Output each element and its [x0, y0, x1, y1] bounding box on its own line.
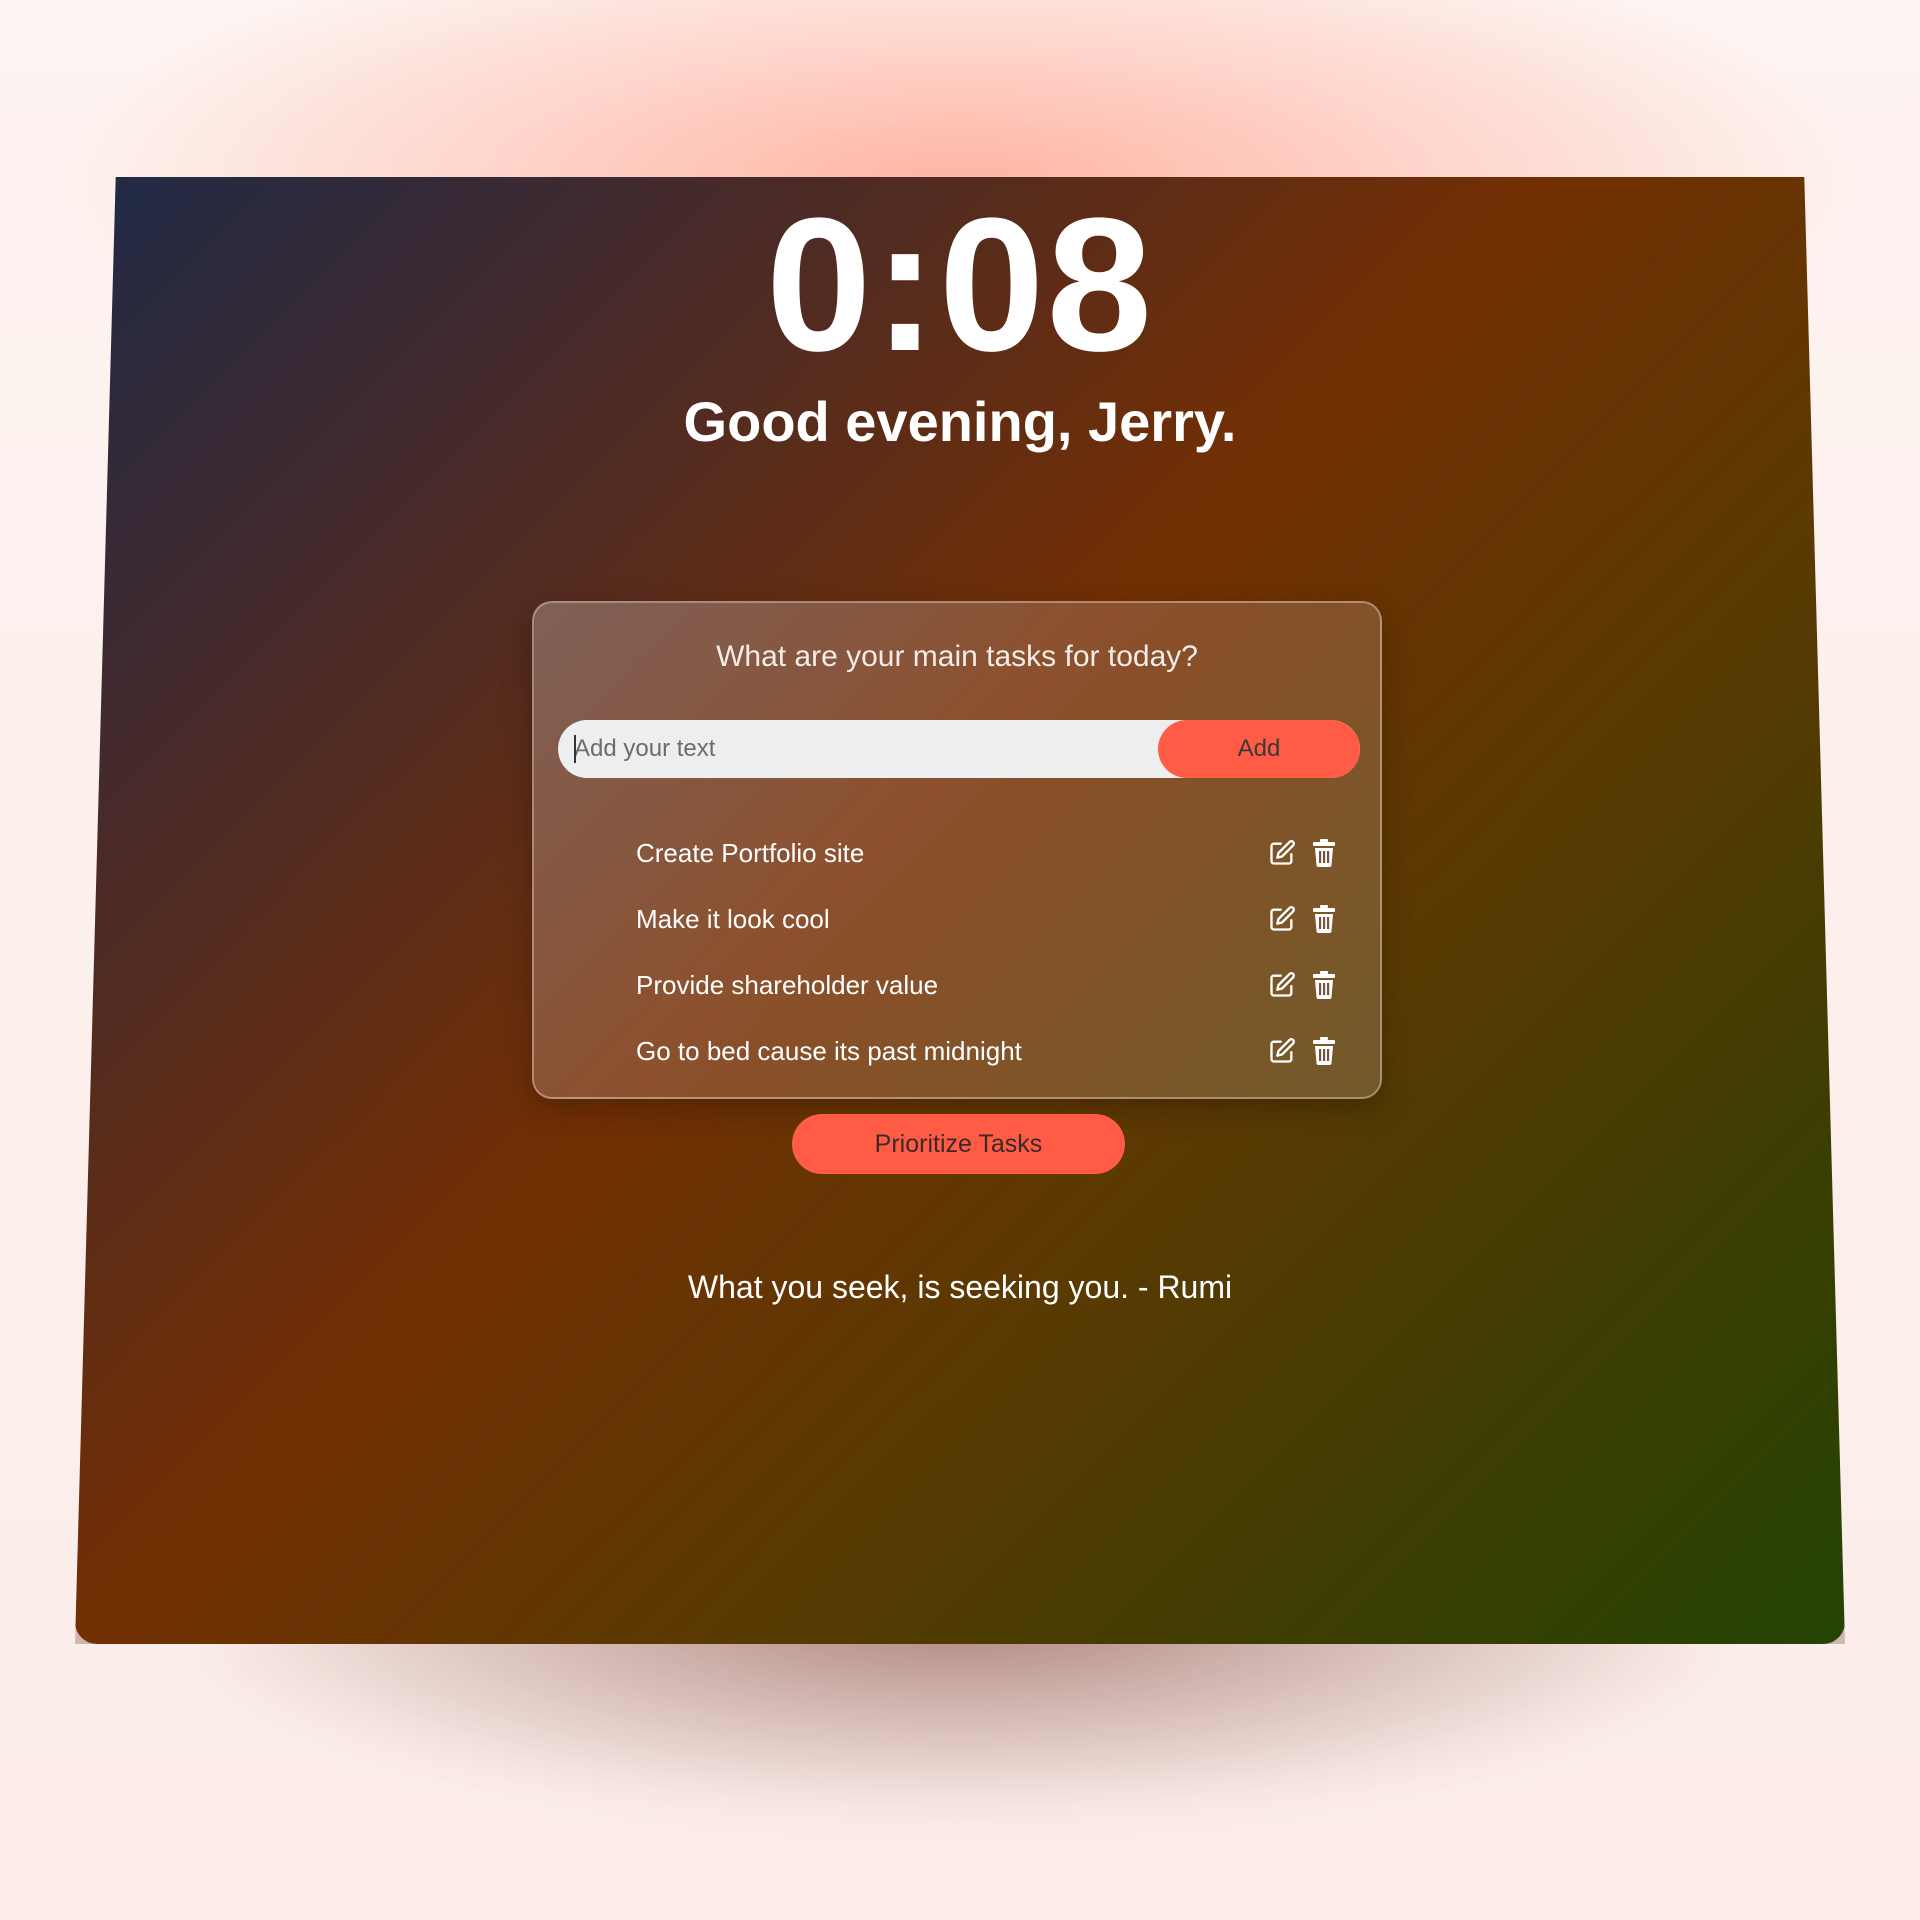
edit-icon[interactable]	[1268, 838, 1296, 868]
task-item: Provide shareholder value	[534, 957, 1380, 1023]
task-item: Make it look cool	[534, 891, 1380, 957]
edit-icon[interactable]	[1268, 1036, 1296, 1066]
greeting: Good evening, Jerry.	[683, 390, 1237, 453]
trash-icon[interactable]	[1310, 838, 1338, 868]
tasks-card-title: What are your main tasks for today?	[716, 640, 1198, 673]
trash-icon[interactable]	[1310, 904, 1338, 934]
trash-icon[interactable]	[1310, 1036, 1338, 1066]
task-list: Create Portfolio site Make it look cool …	[534, 825, 1380, 1089]
text-caret	[574, 735, 576, 763]
tasks-card: What are your main tasks for today? Add …	[532, 601, 1382, 1099]
task-actions	[1268, 967, 1338, 1003]
prioritize-tasks-button[interactable]: Prioritize Tasks	[792, 1114, 1125, 1174]
task-label: Go to bed cause its past midnight	[636, 1036, 1022, 1066]
add-button[interactable]: Add	[1158, 720, 1360, 778]
task-item: Go to bed cause its past midnight	[534, 1023, 1380, 1089]
task-item: Create Portfolio site	[534, 825, 1380, 891]
quote: What you seek, is seeking you. - Rumi	[687, 1269, 1233, 1305]
task-label: Make it look cool	[636, 904, 830, 934]
edit-icon[interactable]	[1268, 970, 1296, 1000]
add-task-row: Add	[558, 720, 1360, 778]
task-label: Provide shareholder value	[636, 970, 939, 1000]
edit-icon[interactable]	[1268, 904, 1296, 934]
trash-icon[interactable]	[1310, 970, 1338, 1000]
clock: 0:08	[765, 179, 1155, 391]
task-actions	[1268, 835, 1338, 871]
task-input[interactable]	[558, 720, 1158, 778]
task-label: Create Portfolio site	[636, 838, 865, 868]
task-actions	[1268, 901, 1338, 937]
task-actions	[1268, 1033, 1338, 1069]
